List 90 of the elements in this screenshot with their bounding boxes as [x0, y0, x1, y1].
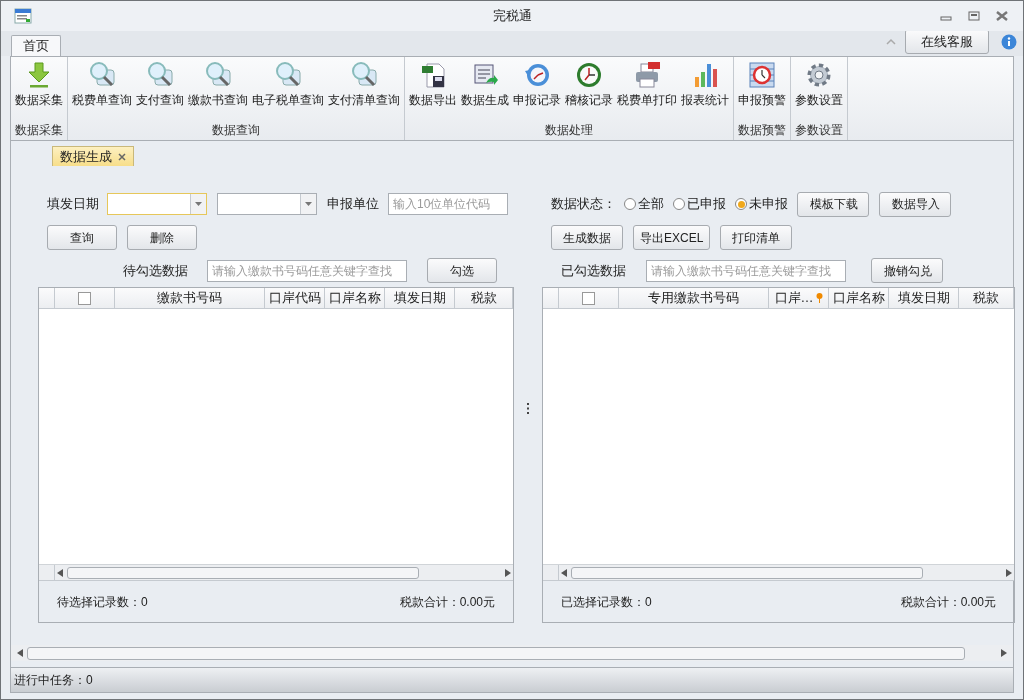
ribbon-button[interactable]: 电子税单查询 [250, 57, 326, 117]
label: 已勾选数据 [561, 261, 626, 280]
checkbox[interactable] [78, 291, 91, 305]
caret-icon [305, 202, 312, 206]
ribbon-tab[interactable]: 首页 [11, 35, 61, 56]
button[interactable]: 在线客服 [905, 29, 989, 54]
magnifier-document-icon [204, 61, 232, 89]
date-dropdown[interactable] [107, 193, 207, 215]
group-label: 数据采集 [14, 122, 64, 139]
window-title: 完税通 [492, 7, 532, 26]
checkbox[interactable] [582, 291, 595, 305]
date-dropdown[interactable] [217, 193, 317, 215]
column-header[interactable]: 口岸… [769, 288, 829, 308]
magnifier-document-icon [274, 61, 302, 89]
button[interactable]: 模板下载 [797, 191, 869, 217]
magnifier-document-icon [350, 61, 378, 89]
button[interactable]: 删除 [127, 225, 197, 250]
input-field[interactable]: 请输入缴款书号码任意关键字查找 [207, 259, 407, 282]
document-tab[interactable]: 数据生成 [52, 146, 134, 166]
group-label: 数据预警 [737, 122, 787, 139]
ribbon-button[interactable]: 参数设置 [793, 57, 845, 117]
magnifier-document-icon [146, 61, 174, 89]
caret-icon [195, 202, 202, 206]
pin-icon [815, 293, 823, 303]
column-header[interactable]: 填发日期 [889, 288, 959, 308]
ribbon-button[interactable]: 税费单打印 [615, 57, 679, 117]
button[interactable]: 数据导入 [879, 191, 951, 217]
scroll-right-icon [505, 568, 511, 577]
ribbon-button[interactable]: 税费单查询 [70, 57, 134, 117]
record-count: 待选择记录数：0 [57, 593, 148, 611]
column-header[interactable]: 专用缴款书号码 [619, 288, 769, 308]
button[interactable]: 查询 [47, 225, 117, 250]
column-header[interactable]: 税款 [959, 288, 1014, 308]
scroll-right-icon [1001, 649, 1007, 657]
label: 填发日期 [47, 195, 99, 214]
ribbon-button[interactable]: 申报预警 [736, 57, 788, 117]
ribbon-button[interactable]: 支付查询 [134, 57, 186, 117]
label: 待勾选数据 [123, 261, 188, 280]
maximize-icon[interactable] [967, 9, 981, 23]
label: 数据状态： [551, 195, 616, 214]
column-header[interactable]: 税款 [455, 288, 513, 308]
radio-button[interactable]: 全部 [624, 194, 664, 214]
column-header[interactable]: 口岸名称 [325, 288, 385, 308]
group-label: 数据查询 [211, 122, 261, 139]
group-label: 数据处理 [544, 122, 594, 139]
printer-icon [633, 61, 661, 89]
button[interactable]: 打印清单 [720, 225, 793, 250]
info-icon[interactable] [1001, 33, 1017, 50]
ribbon-button[interactable]: 稽核记录 [563, 57, 615, 117]
ribbon-button[interactable]: 报表统计 [679, 57, 731, 117]
clock-arrow-icon [523, 61, 551, 89]
label: 申报单位 [327, 195, 379, 214]
button[interactable]: 勾选 [427, 258, 497, 283]
scroll-left-icon [57, 568, 63, 577]
ribbon-button[interactable]: 数据导出 [407, 57, 459, 117]
column-header[interactable]: 口岸代码 [265, 288, 325, 308]
horizontal-scrollbar[interactable] [55, 565, 513, 580]
input-field[interactable]: 请输入缴款书号码任意关键字查找 [646, 259, 846, 282]
close-icon[interactable] [995, 9, 1009, 23]
column-header[interactable]: 填发日期 [385, 288, 455, 308]
button[interactable]: 生成数据 [551, 225, 623, 250]
column-header[interactable]: 缴款书号码 [115, 288, 265, 308]
scroll-left-icon [17, 649, 23, 657]
magnifier-document-icon [88, 61, 116, 89]
ribbon-button[interactable]: 缴款书查询 [186, 57, 250, 117]
tax-total: 税款合计：0.00元 [399, 593, 495, 611]
button[interactable]: 撤销勾兑 [871, 258, 943, 283]
status-text: 进行中任务：0 [14, 672, 93, 689]
spreadsheet-save-icon [419, 61, 447, 89]
app-icon [14, 7, 32, 25]
ribbon-button[interactable]: 数据采集 [13, 57, 65, 117]
group-label: 参数设置 [794, 122, 844, 139]
ribbon-button[interactable]: 支付清单查询 [326, 57, 402, 117]
ribbon-button[interactable]: 申报记录 [511, 57, 563, 117]
calendar-clock-icon [748, 61, 776, 89]
clock-icon [575, 61, 603, 89]
splitter-grip-icon[interactable] [526, 402, 530, 414]
close-icon[interactable] [118, 152, 126, 161]
horizontal-scrollbar[interactable] [559, 565, 1014, 580]
gear-icon [805, 61, 833, 89]
scroll-left-icon [561, 568, 567, 577]
column-header[interactable]: 口岸名称 [829, 288, 889, 308]
record-count: 已选择记录数：0 [561, 593, 652, 611]
scroll-right-icon [1006, 568, 1012, 577]
tax-total: 税款合计：0.00元 [900, 593, 996, 611]
input-field[interactable]: 输入10位单位代码 [388, 193, 508, 215]
button[interactable]: 导出EXCEL [633, 225, 711, 250]
ribbon-button[interactable]: 数据生成 [459, 57, 511, 117]
radio-button[interactable]: 未申报 [735, 194, 788, 214]
radio-button[interactable]: 已申报 [673, 194, 726, 214]
